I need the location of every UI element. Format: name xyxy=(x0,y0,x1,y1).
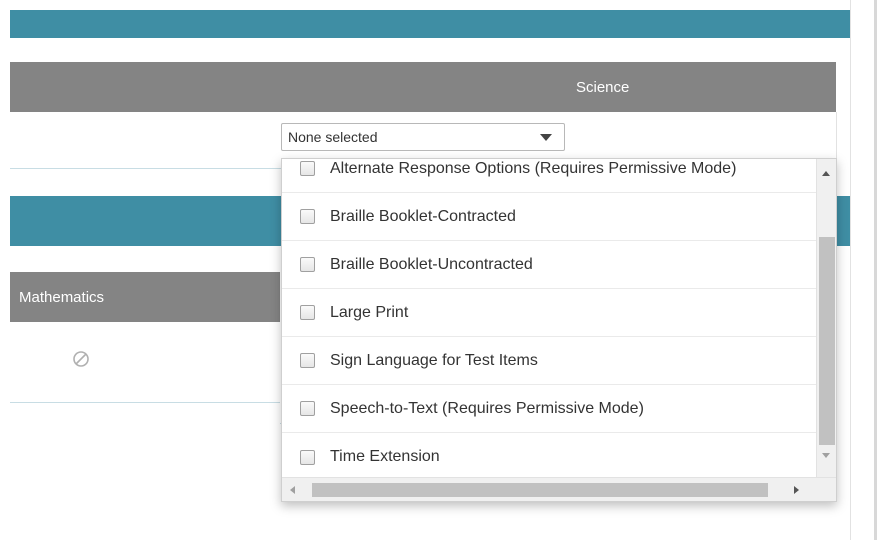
option-checkbox[interactable] xyxy=(300,353,315,368)
mathematics-column-header: Mathematics xyxy=(10,272,280,322)
scrollbar-corner xyxy=(816,478,836,501)
mathematics-header-label: Mathematics xyxy=(19,288,105,306)
vertical-scrollbar[interactable] xyxy=(816,159,836,477)
accommodations-dropdown[interactable]: Alternate Response Options (Requires Per… xyxy=(281,158,837,502)
vertical-scroll-thumb[interactable] xyxy=(819,237,835,445)
mathematics-row xyxy=(10,322,280,403)
option-large-print[interactable]: Large Print xyxy=(282,289,817,337)
option-checkbox[interactable] xyxy=(300,209,315,224)
scroll-up-icon[interactable] xyxy=(822,171,830,176)
window-edge xyxy=(874,0,877,540)
science-column-header: Science xyxy=(10,62,836,112)
option-braille-contracted[interactable]: Braille Booklet-Contracted xyxy=(282,193,817,241)
option-checkbox[interactable] xyxy=(300,305,315,320)
option-label: Large Print xyxy=(330,303,409,321)
option-time-extension[interactable]: Time Extension xyxy=(282,433,817,481)
option-checkbox[interactable] xyxy=(300,449,315,465)
option-list: Alternate Response Options (Requires Per… xyxy=(282,159,817,481)
scroll-right-icon[interactable] xyxy=(794,486,799,494)
option-label: Time Extension xyxy=(330,448,440,465)
option-sign-language[interactable]: Sign Language for Test Items xyxy=(282,337,817,385)
scroll-left-icon[interactable] xyxy=(290,486,295,494)
option-speech-to-text[interactable]: Speech-to-Text (Requires Permissive Mode… xyxy=(282,385,817,433)
horizontal-scroll-thumb[interactable] xyxy=(312,483,768,497)
select-value: None selected xyxy=(288,129,378,145)
chevron-down-icon xyxy=(540,134,552,141)
option-label: Speech-to-Text (Requires Permissive Mode… xyxy=(330,399,644,417)
scroll-down-icon[interactable] xyxy=(822,453,830,458)
science-header-label: Science xyxy=(576,78,630,96)
option-braille-uncontracted[interactable]: Braille Booklet-Uncontracted xyxy=(282,241,817,289)
science-accommodations-select[interactable]: None selected xyxy=(281,123,565,151)
option-label: Braille Booklet-Contracted xyxy=(330,207,516,225)
option-label: Alternate Response Options (Requires Per… xyxy=(330,159,737,177)
option-label: Sign Language for Test Items xyxy=(330,351,538,369)
option-label: Braille Booklet-Uncontracted xyxy=(330,255,533,273)
not-available-icon xyxy=(73,351,89,367)
option-checkbox[interactable] xyxy=(300,401,315,416)
top-section-bar xyxy=(10,10,850,38)
option-checkbox[interactable] xyxy=(300,257,315,272)
option-alternate-response[interactable]: Alternate Response Options (Requires Per… xyxy=(282,159,817,193)
option-checkbox[interactable] xyxy=(300,161,315,176)
horizontal-scrollbar[interactable] xyxy=(282,477,836,501)
